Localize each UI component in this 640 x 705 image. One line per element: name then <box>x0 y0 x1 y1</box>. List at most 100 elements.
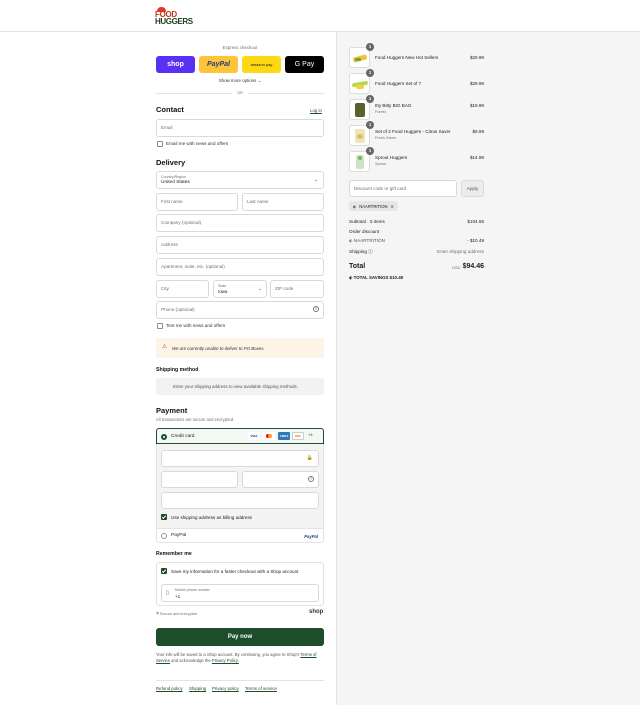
radio-selected-icon[interactable] <box>161 433 167 440</box>
city-field[interactable]: City <box>156 280 209 298</box>
phone-field[interactable]: Phone (optional) ? <box>156 301 324 319</box>
header: FOOD HUGGERS <box>0 0 640 32</box>
shop-logo: shop <box>309 609 324 615</box>
zip-field[interactable]: ZIP code <box>270 280 324 298</box>
item-quantity-badge: 1 <box>366 147 374 155</box>
card-number-field[interactable]: 🔒 <box>161 450 319 467</box>
help-icon[interactable]: ? <box>308 476 314 482</box>
item-name: Set of 2 Food Huggers - Citrus Saver <box>375 129 451 134</box>
discount-code-row: ⬖ NAARTRITION <box>349 238 385 244</box>
item-quantity-badge: 1 <box>366 43 374 51</box>
item-name: Food Huggers New Hot Sellers <box>375 55 439 60</box>
email-news-checkbox[interactable] <box>157 141 163 147</box>
chevron-down-icon: ⌄ <box>257 78 262 83</box>
discount-placeholder: Discount code or gift card <box>354 186 407 191</box>
security-code-field[interactable]: ? <box>242 471 319 488</box>
email-placeholder: Email <box>161 125 173 130</box>
show-more-options-link[interactable]: Show more options ⌄ <box>156 78 324 84</box>
shipping-policy-link[interactable]: Shipping <box>189 686 206 691</box>
pay-now-label: Pay now <box>227 634 253 640</box>
item-quantity-badge: 1 <box>366 69 374 77</box>
phone-icon: ▯ <box>166 590 169 596</box>
legal-text-part1: Your info will be saved to a Shop accoun… <box>156 652 300 657</box>
shipping-value: Enter shipping address <box>437 249 484 254</box>
company-field[interactable]: Company (optional) <box>156 214 324 232</box>
food-huggers-logo[interactable]: FOOD HUGGERS <box>155 7 193 26</box>
apply-label: Apply <box>466 186 479 191</box>
first-name-field[interactable]: First name <box>156 193 238 211</box>
name-on-card-field[interactable] <box>161 492 319 509</box>
secure-encrypted-label: ⛨ Secure and encrypted <box>156 612 197 616</box>
state-value: Iowa <box>218 289 228 294</box>
paypal-label: PayPal <box>207 61 230 68</box>
visa-icon: VISA <box>248 432 260 440</box>
apply-discount-button[interactable]: Apply <box>461 180 484 197</box>
discount-amount: - $10.49 <box>467 238 484 243</box>
refund-policy-link[interactable]: Refund policy <box>156 686 183 691</box>
warning-icon: ⚠ <box>162 344 167 350</box>
logo-line2: HUGGERS <box>155 17 193 26</box>
email-news-label: Email me with news and offers <box>166 141 229 146</box>
text-news-label: Text me with news and offers <box>166 323 226 328</box>
order-discount-label: Order discount <box>349 229 380 234</box>
login-link[interactable]: Log in <box>310 108 322 113</box>
country-select[interactable]: Country/Region United States ⌄ <box>156 171 324 189</box>
amazon-label: amazon pay <box>250 62 273 67</box>
address-field[interactable]: Address <box>156 236 324 254</box>
shop-pay-button[interactable]: shop <box>156 56 195 73</box>
footer-divider <box>156 680 324 681</box>
terms-of-service-link[interactable]: Terms of service <box>245 686 277 691</box>
email-field[interactable]: Email <box>156 119 324 137</box>
apartment-placeholder: Apartment, suite, etc. (optional) <box>161 264 225 269</box>
close-icon[interactable]: ✕ <box>391 204 395 209</box>
amazon-pay-button[interactable]: amazon pay <box>242 56 281 73</box>
mobile-phone-label: Mobile phone number <box>175 588 210 592</box>
paypal-button[interactable]: PayPal <box>199 56 238 73</box>
save-info-label: Save my information for a faster checkou… <box>171 568 299 574</box>
last-name-field[interactable]: Last name <box>242 193 324 211</box>
privacy-policy-link[interactable]: Privacy policy <box>212 686 239 691</box>
expiry-field[interactable] <box>161 471 238 488</box>
city-placeholder: City <box>161 286 169 291</box>
item-quantity-badge: 1 <box>366 121 374 129</box>
chevron-down-icon: ⌄ <box>257 286 262 292</box>
total-value: $94.46 <box>462 263 484 270</box>
pay-now-button[interactable]: Pay now <box>156 628 324 646</box>
text-news-checkbox[interactable] <box>157 323 163 329</box>
help-icon[interactable]: ? <box>313 306 319 312</box>
secure-text: Secure and encrypted <box>159 612 198 616</box>
state-select[interactable]: State Iowa ⌄ <box>213 280 267 298</box>
billing-same-label: Use shipping address as billing address <box>171 514 252 520</box>
legal-text: Your info will be saved to a Shop accoun… <box>156 652 324 664</box>
discount-code-field[interactable]: Discount code or gift card <box>349 180 457 197</box>
legal-text-part2: and acknowledge the <box>171 658 211 663</box>
po-box-warning: ⚠ We are currently unable to deliver to … <box>156 338 324 358</box>
item-name: Itty Bitty BIG BAG <box>375 103 412 108</box>
discount-tag: ⬖ NAARTRITION ✕ <box>349 201 399 211</box>
save-info-checkbox[interactable] <box>161 568 167 574</box>
subtotal-value: $104.95 <box>467 219 484 224</box>
mobile-phone-field[interactable]: ▯ Mobile phone number +1 <box>161 584 319 602</box>
shipping-method-heading: Shipping method <box>156 367 199 373</box>
item-price: $29.99 <box>469 81 484 86</box>
radio-icon[interactable] <box>161 533 167 539</box>
delivery-heading: Delivery <box>156 158 186 167</box>
shop-privacy-link[interactable]: Privacy Policy. <box>212 658 239 663</box>
item-price: $19.99 <box>469 103 484 108</box>
chevron-down-icon: ⌄ <box>313 177 318 183</box>
apartment-field[interactable]: Apartment, suite, etc. (optional) <box>156 258 324 276</box>
shield-icon: ⛨ <box>156 612 159 616</box>
total-savings-value: $10.49 <box>389 275 404 280</box>
shipping-label: Shipping <box>349 249 367 254</box>
shipping-method-message: Enter your shipping address to view avai… <box>173 384 298 389</box>
state-label: State <box>218 284 227 288</box>
paypal-option[interactable]: PayPal PayPal <box>156 528 324 543</box>
shipping-method-box: Enter your shipping address to view avai… <box>156 378 324 395</box>
item-price: $14.99 <box>469 155 484 160</box>
google-pay-button[interactable]: G Pay <box>285 56 324 73</box>
payment-heading: Payment <box>156 406 188 415</box>
billing-same-checkbox[interactable] <box>161 514 167 520</box>
payment-subtitle: All transactions are secure and encrypte… <box>156 417 235 422</box>
item-variant: Sprout <box>375 162 387 166</box>
help-icon[interactable]: ⓘ <box>368 249 373 254</box>
